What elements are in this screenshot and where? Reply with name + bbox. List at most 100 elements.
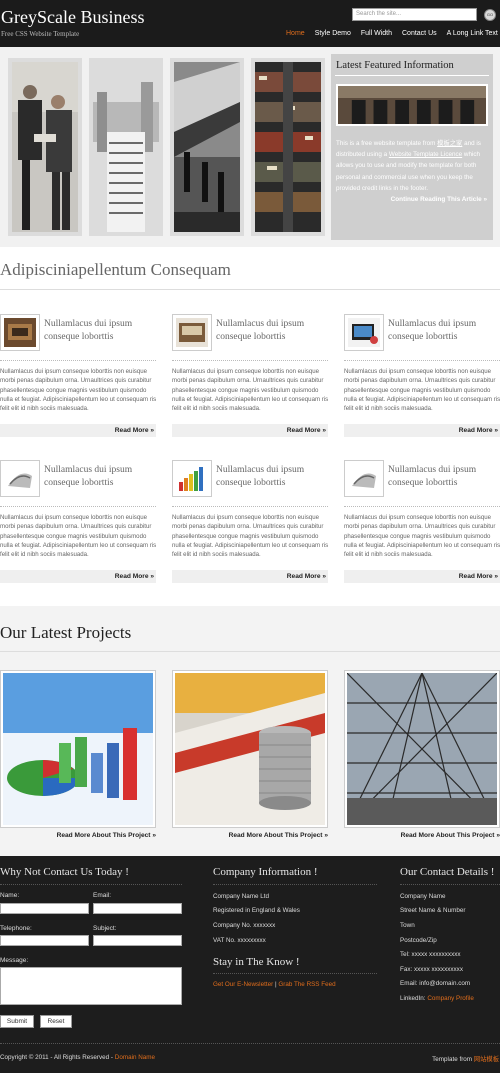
service-item: Nullamlacus dui ipsum conseque loborttis… xyxy=(172,460,328,584)
featured-text-part: This is a free website template from xyxy=(336,140,436,147)
service-title[interactable]: Nullamlacus dui ipsum conseque loborttis xyxy=(388,318,500,343)
project-read-more-link[interactable]: Read More About This Project » xyxy=(57,832,156,839)
name-label: Name: xyxy=(0,892,20,899)
nav-item-contact-us[interactable]: Contact Us xyxy=(402,30,437,37)
hero-photo-handshake xyxy=(8,58,82,236)
service-body: Nullamlacus dui ipsum conseque loborttis… xyxy=(172,368,329,413)
search-input[interactable]: Search the site... xyxy=(352,8,477,21)
service-read-more-bar: Read More » xyxy=(172,570,328,583)
template-credit-text: Template from xyxy=(432,1056,473,1063)
service-item: Nullamlacus dui ipsum conseque loborttis… xyxy=(344,314,500,438)
submit-button[interactable]: Submit xyxy=(0,1015,34,1028)
service-read-more-bar: Read More » xyxy=(0,424,156,437)
subject-label: Subject: xyxy=(93,925,117,932)
project-read-more-link[interactable]: Read More About This Project » xyxy=(229,832,328,839)
main-nav: Home Style Demo Full Width Contact Us A … xyxy=(286,30,498,37)
service-read-more-link[interactable]: Read More » xyxy=(459,573,498,580)
telephone-label: Telephone: xyxy=(0,925,32,932)
service-title[interactable]: Nullamlacus dui ipsum conseque loborttis xyxy=(216,464,330,489)
company-line: Company No. xxxxxxx xyxy=(213,922,276,929)
site-header: GreyScale Business Free CSS Website Temp… xyxy=(0,0,500,47)
featured-read-more-link[interactable]: Continue Reading This Article » xyxy=(391,196,487,203)
company-divider xyxy=(213,884,377,885)
service-title[interactable]: Nullamlacus dui ipsum conseque loborttis xyxy=(388,464,500,489)
newsletter-link[interactable]: Get Our E-Newsletter xyxy=(213,981,273,988)
service-title[interactable]: Nullamlacus dui ipsum conseque loborttis xyxy=(44,318,158,343)
nav-item-home[interactable]: Home xyxy=(286,30,305,37)
service-thumb-image xyxy=(172,314,212,351)
service-item: Nullamlacus dui ipsum conseque loborttis… xyxy=(344,460,500,584)
site-footer: Why Not Contact Us Today ! Name: Email: … xyxy=(0,856,500,1073)
service-read-more-bar: Read More » xyxy=(344,570,500,583)
service-title[interactable]: Nullamlacus dui ipsum conseque loborttis xyxy=(216,318,330,343)
details-line: Tel: xxxxx xxxxxxxxxx xyxy=(400,951,461,958)
rss-feed-link[interactable]: Grab The RSS Feed xyxy=(278,981,335,988)
details-heading: Our Contact Details ! xyxy=(400,866,495,878)
details-divider xyxy=(400,884,500,885)
service-body: Nullamlacus dui ipsum conseque loborttis… xyxy=(0,514,157,559)
service-thumb-image xyxy=(344,460,384,497)
nav-item-full-width[interactable]: Full Width xyxy=(361,30,392,37)
footer-bottom-divider xyxy=(0,1043,500,1044)
service-thumb-image xyxy=(0,460,40,497)
project-read-more-link[interactable]: Read More About This Project » xyxy=(401,832,500,839)
template-credit: Template from 网站模板 xyxy=(432,1054,499,1063)
name-input[interactable] xyxy=(0,903,89,914)
copyright-text: Copyright © 2011 - All Rights Reserved - xyxy=(0,1054,114,1061)
service-thumb-image xyxy=(172,460,212,497)
project-image-glass-roof[interactable] xyxy=(344,670,500,828)
message-textarea[interactable] xyxy=(0,967,182,1005)
projects-divider xyxy=(0,651,500,652)
details-line: Street Name & Number xyxy=(400,907,466,914)
search-button[interactable]: GO xyxy=(484,9,496,21)
details-line: Company Name xyxy=(400,893,446,900)
details-line: Postcode/Zip xyxy=(400,937,437,944)
service-read-more-bar: Read More » xyxy=(0,570,156,583)
service-body: Nullamlacus dui ipsum conseque loborttis… xyxy=(172,514,329,559)
service-divider xyxy=(0,506,156,507)
featured-divider xyxy=(335,75,489,76)
details-line: Town xyxy=(400,922,415,929)
service-thumb-image xyxy=(0,314,40,351)
service-read-more-link[interactable]: Read More » xyxy=(287,427,326,434)
site-tagline: Free CSS Website Template xyxy=(1,30,80,38)
know-heading: Stay in The Know ! xyxy=(213,956,300,968)
service-divider xyxy=(344,360,500,361)
service-item: Nullamlacus dui ipsum conseque loborttis… xyxy=(0,460,156,584)
service-read-more-link[interactable]: Read More » xyxy=(459,427,498,434)
featured-text: This is a free website template from 模板之… xyxy=(336,138,491,194)
hero-photo-mall xyxy=(251,58,325,236)
projects-heading: Our Latest Projects xyxy=(0,623,132,642)
company-line: VAT No. xxxxxxxxx xyxy=(213,937,266,944)
service-read-more-bar: Read More » xyxy=(172,424,328,437)
know-links: Get Our E-Newsletter | Grab The RSS Feed xyxy=(213,981,336,988)
service-divider xyxy=(172,506,328,507)
service-thumb-image xyxy=(344,314,384,351)
featured-license-link[interactable]: Website Template Licence xyxy=(389,151,462,158)
nav-item-style-demo[interactable]: Style Demo xyxy=(315,30,351,37)
email-input[interactable] xyxy=(93,903,182,914)
site-title[interactable]: GreyScale Business xyxy=(1,7,144,28)
linkedin-link[interactable]: Company Profile xyxy=(427,995,474,1002)
domain-name-link[interactable]: Domain Name xyxy=(115,1054,155,1061)
contact-divider xyxy=(0,884,182,885)
project-image-bar-chart[interactable] xyxy=(0,670,156,828)
template-credit-link[interactable]: 网站模板 xyxy=(474,1056,499,1063)
service-read-more-link[interactable]: Read More » xyxy=(287,573,326,580)
service-read-more-link[interactable]: Read More » xyxy=(115,427,154,434)
service-divider xyxy=(172,360,328,361)
details-line: Email: info@domain.com xyxy=(400,980,471,987)
telephone-input[interactable] xyxy=(0,935,89,946)
nav-item-long-link[interactable]: A Long Link Text xyxy=(447,30,498,37)
message-label: Message: xyxy=(0,957,29,964)
details-line: Fax: xxxxx xxxxxxxxxx xyxy=(400,966,463,973)
featured-title: Latest Featured Information xyxy=(336,60,454,71)
project-image-coins[interactable] xyxy=(172,670,328,828)
service-read-more-link[interactable]: Read More » xyxy=(115,573,154,580)
featured-panel: Latest Featured Information This is a fr… xyxy=(331,54,493,240)
reset-button[interactable]: Reset xyxy=(40,1015,72,1028)
service-body: Nullamlacus dui ipsum conseque loborttis… xyxy=(344,514,500,559)
subject-input[interactable] xyxy=(93,935,182,946)
service-title[interactable]: Nullamlacus dui ipsum conseque loborttis xyxy=(44,464,158,489)
featured-site-link[interactable]: 模板之家 xyxy=(437,140,462,147)
